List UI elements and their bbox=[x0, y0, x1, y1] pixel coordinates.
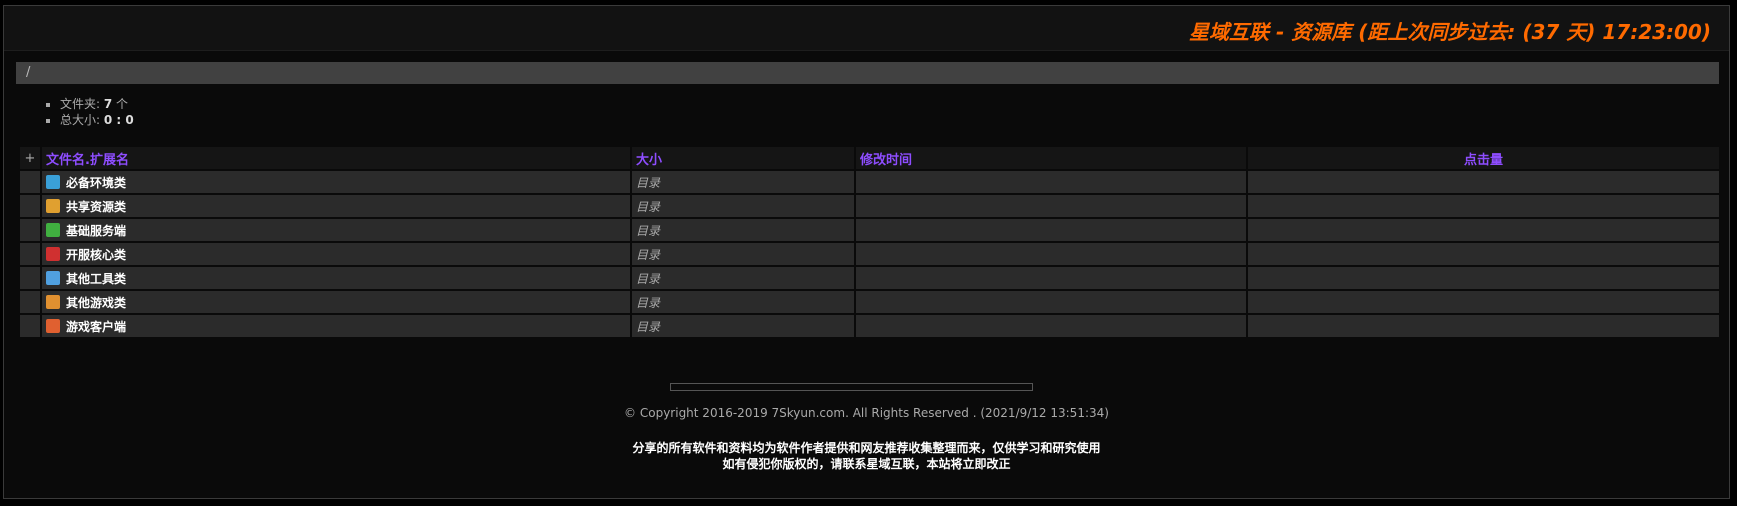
folder-name-link[interactable]: 共享资源类 bbox=[66, 198, 126, 215]
table-row[interactable]: 基础服务端 目录 bbox=[20, 219, 1719, 241]
name-cell[interactable]: 其他工具类 bbox=[42, 267, 630, 289]
size-cell: 目录 bbox=[632, 267, 854, 289]
page-title: 星域互联 - 资源库 (距上次同步过去: (37 天) 17:23:00) bbox=[1189, 20, 1711, 44]
folder-name-link[interactable]: 其他工具类 bbox=[66, 270, 126, 287]
hits-cell bbox=[1248, 291, 1719, 313]
name-cell[interactable]: 开服核心类 bbox=[42, 243, 630, 265]
hits-cell bbox=[1248, 171, 1719, 193]
client-icon bbox=[46, 319, 60, 333]
mtime-cell bbox=[856, 171, 1246, 193]
tools-icon bbox=[46, 271, 60, 285]
col-name-header[interactable]: 文件名.扩展名 bbox=[42, 147, 630, 169]
hits-cell bbox=[1248, 315, 1719, 337]
file-table: + 文件名.扩展名 大小 修改时间 点击量 必备环境类 目录 共享资源类 目录 基础服务… bbox=[18, 145, 1721, 339]
row-expand-cell[interactable] bbox=[20, 315, 40, 337]
notice-line-1: 分享的所有软件和资料均为软件作者提供和网友推荐收集整理而来，仅供学习和研究使用 bbox=[632, 441, 1101, 455]
folder-name-link[interactable]: 游戏客户端 bbox=[66, 318, 126, 335]
type-label: 目录 bbox=[636, 319, 661, 334]
hits-cell bbox=[1248, 243, 1719, 265]
type-label: 目录 bbox=[636, 271, 661, 286]
table-row[interactable]: 必备环境类 目录 bbox=[20, 171, 1719, 193]
type-label: 目录 bbox=[636, 199, 661, 214]
name-cell[interactable]: 必备环境类 bbox=[42, 171, 630, 193]
folder-count: 文件夹: 7 个 bbox=[60, 96, 134, 112]
row-expand-cell[interactable] bbox=[20, 291, 40, 313]
breadcrumb[interactable]: / bbox=[16, 62, 1719, 84]
table-row[interactable]: 其他工具类 目录 bbox=[20, 267, 1719, 289]
size-cell: 目录 bbox=[632, 195, 854, 217]
server-icon bbox=[46, 223, 60, 237]
type-label: 目录 bbox=[636, 295, 661, 310]
folder-name-link[interactable]: 开服核心类 bbox=[66, 246, 126, 263]
type-label: 目录 bbox=[636, 247, 661, 262]
row-expand-cell[interactable] bbox=[20, 219, 40, 241]
total-size: 总大小: 0 : 0 bbox=[60, 112, 134, 128]
page-frame: 星域互联 - 资源库 (距上次同步过去: (37 天) 17:23:00) / … bbox=[3, 5, 1730, 499]
stats-list: 文件夹: 7 个 总大小: 0 : 0 bbox=[44, 96, 134, 128]
col-hits-header[interactable]: 点击量 bbox=[1248, 147, 1719, 169]
core-icon bbox=[46, 247, 60, 261]
mtime-cell bbox=[856, 195, 1246, 217]
row-expand-cell[interactable] bbox=[20, 243, 40, 265]
size-cell: 目录 bbox=[632, 171, 854, 193]
type-label: 目录 bbox=[636, 223, 661, 238]
name-cell[interactable]: 游戏客户端 bbox=[42, 315, 630, 337]
col-mtime-header[interactable]: 修改时间 bbox=[856, 147, 1246, 169]
notice-text: 分享的所有软件和资料均为软件作者提供和网友推荐收集整理而来，仅供学习和研究使用 … bbox=[4, 440, 1729, 472]
col-size-header[interactable]: 大小 bbox=[632, 147, 854, 169]
env-icon bbox=[46, 175, 60, 189]
size-cell: 目录 bbox=[632, 315, 854, 337]
folder-name-link[interactable]: 其他游戏类 bbox=[66, 294, 126, 311]
mtime-cell bbox=[856, 315, 1246, 337]
notice-line-2: 如有侵犯你版权的，请联系星域互联，本站将立即改正 bbox=[722, 457, 1011, 471]
name-cell[interactable]: 其他游戏类 bbox=[42, 291, 630, 313]
horizontal-scrollbar[interactable] bbox=[670, 383, 1033, 391]
size-cell: 目录 bbox=[632, 243, 854, 265]
row-expand-cell[interactable] bbox=[20, 171, 40, 193]
row-expand-cell[interactable] bbox=[20, 267, 40, 289]
name-cell[interactable]: 共享资源类 bbox=[42, 195, 630, 217]
table-row[interactable]: 游戏客户端 目录 bbox=[20, 315, 1719, 337]
row-expand-cell[interactable] bbox=[20, 195, 40, 217]
name-cell[interactable]: 基础服务端 bbox=[42, 219, 630, 241]
type-label: 目录 bbox=[636, 175, 661, 190]
mtime-cell bbox=[856, 219, 1246, 241]
size-cell: 目录 bbox=[632, 291, 854, 313]
header-bar: 星域互联 - 资源库 (距上次同步过去: (37 天) 17:23:00) bbox=[4, 6, 1729, 51]
folder-name-link[interactable]: 必备环境类 bbox=[66, 174, 126, 191]
table-row[interactable]: 其他游戏类 目录 bbox=[20, 291, 1719, 313]
folder-name-link[interactable]: 基础服务端 bbox=[66, 222, 126, 239]
hits-cell bbox=[1248, 219, 1719, 241]
size-cell: 目录 bbox=[632, 219, 854, 241]
mtime-cell bbox=[856, 243, 1246, 265]
hits-cell bbox=[1248, 267, 1719, 289]
table-row[interactable]: 开服核心类 目录 bbox=[20, 243, 1719, 265]
share-icon bbox=[46, 199, 60, 213]
mtime-cell bbox=[856, 291, 1246, 313]
copyright-text: © Copyright 2016-2019 7Skyun.com. All Ri… bbox=[624, 406, 1109, 420]
hits-cell bbox=[1248, 195, 1719, 217]
mtime-cell bbox=[856, 267, 1246, 289]
game-icon bbox=[46, 295, 60, 309]
table-row[interactable]: 共享资源类 目录 bbox=[20, 195, 1719, 217]
expand-all-button[interactable]: + bbox=[20, 147, 40, 169]
